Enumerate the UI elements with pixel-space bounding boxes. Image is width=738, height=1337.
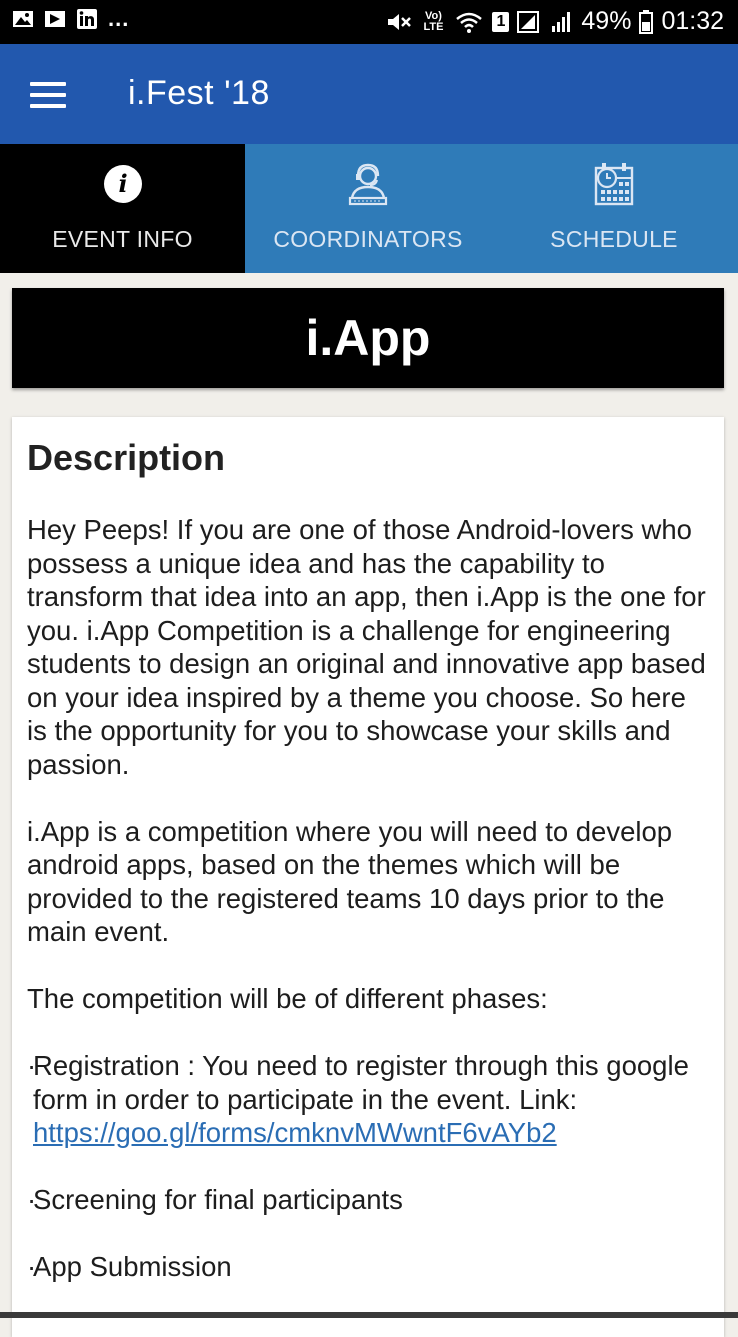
- play-store-notification-icon: [45, 11, 65, 27]
- support-agent-icon: [348, 163, 388, 206]
- description-paragraph-1: Hey Peeps! If you are one of those Andro…: [27, 514, 706, 780]
- app-bar: i.Fest '18: [0, 44, 738, 144]
- gallery-notification-icon: [13, 11, 33, 27]
- tab-bar: i EVENT INFO COORDINATORS SCHEDULE: [0, 144, 738, 273]
- event-name: i.App: [305, 310, 431, 366]
- signal-sim2-icon: [552, 11, 571, 32]
- status-bar: ... Vo) LTE 1 49% 01:32: [0, 0, 738, 44]
- linkedin-notification-icon: [77, 9, 97, 29]
- info-icon: i: [103, 165, 142, 203]
- phase-submission: · App Submission: [27, 1250, 709, 1284]
- tab-label: COORDINATORS: [273, 226, 463, 252]
- tab-event-info[interactable]: i EVENT INFO: [0, 144, 245, 273]
- battery-icon: [639, 9, 654, 34]
- event-title-banner: i.App: [12, 288, 724, 388]
- bullet: ·: [27, 1050, 37, 1081]
- tab-label: EVENT INFO: [52, 226, 193, 252]
- tab-coordinators[interactable]: COORDINATORS: [245, 144, 491, 273]
- bullet: ·: [27, 1251, 37, 1282]
- calendar-clock-icon: [594, 163, 634, 206]
- menu-icon[interactable]: [30, 82, 66, 108]
- navigation-edge: [0, 1312, 738, 1318]
- description-heading: Description: [27, 437, 226, 478]
- phase-submission-text: App Submission: [33, 1251, 232, 1282]
- clock: 01:32: [661, 7, 724, 35]
- description-card: Description Hey Peeps! If you are one of…: [12, 417, 724, 1337]
- tab-label: SCHEDULE: [550, 226, 678, 252]
- phase-screening: · Screening for final participants: [27, 1183, 709, 1217]
- phase-registration-text: Registration : You need to register thro…: [33, 1050, 689, 1115]
- mute-icon: [388, 13, 412, 30]
- signal-sim1-icon: [517, 10, 540, 33]
- tab-schedule[interactable]: SCHEDULE: [491, 144, 737, 273]
- bullet: ·: [27, 1184, 37, 1215]
- wifi-icon: [456, 12, 483, 33]
- app-title: i.Fest '18: [128, 74, 270, 112]
- svg-text:i: i: [118, 169, 127, 198]
- volte-icon: Vo) LTE: [423, 9, 444, 33]
- battery-percent: 49%: [581, 7, 632, 35]
- phase-screening-text: Screening for final participants: [33, 1184, 403, 1215]
- notification-overflow: ...: [108, 6, 130, 31]
- phase-registration: · Registration : You need to register th…: [27, 1049, 709, 1150]
- registration-form-link[interactable]: https://goo.gl/forms/cmknvMWwntF6vAYb2: [33, 1117, 557, 1148]
- description-paragraph-3: The competition will be of different pha…: [27, 983, 548, 1014]
- sim-slot-icon: 1: [492, 11, 510, 32]
- description-paragraph-2: i.App is a competition where you will ne…: [27, 815, 673, 948]
